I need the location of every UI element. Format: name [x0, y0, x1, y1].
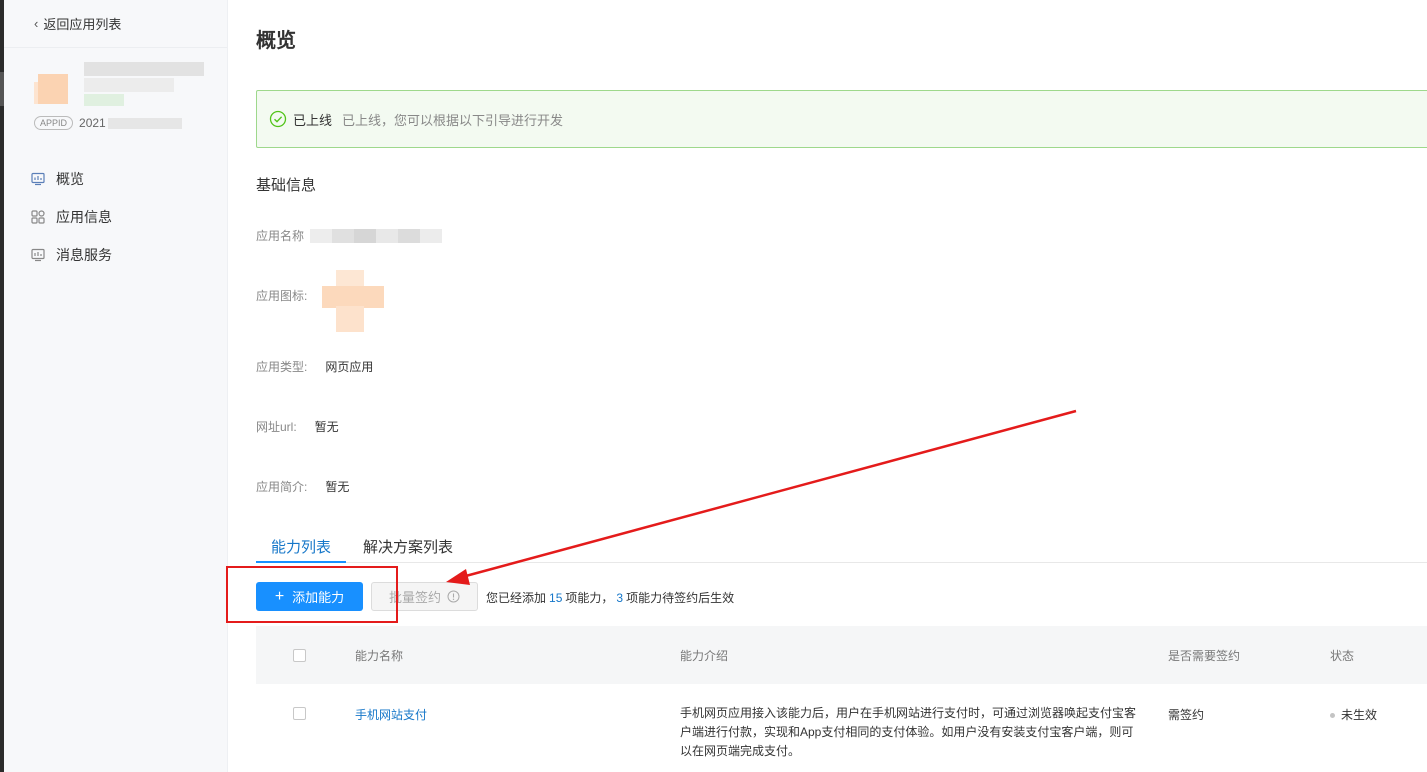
- summary-suffix: 项能力待签约后生效: [626, 591, 735, 605]
- appid-masked: [107, 117, 182, 129]
- added-count: 15: [549, 591, 563, 605]
- column-header-sign: 是否需要签约: [1168, 649, 1241, 663]
- main-content: 概览 已上线 已上线，您可以根据以下引导进行开发 基础信息 应用名称 应用图标:…: [256, 0, 1427, 772]
- red-highlight-box: [226, 566, 398, 623]
- back-to-app-list-link[interactable]: ‹ 返回应用列表: [34, 14, 121, 33]
- pending-count: 3: [616, 591, 624, 605]
- app-logo-masked: [38, 74, 68, 104]
- active-tab-indicator: [256, 561, 346, 563]
- app-icon-row: 应用图标:: [256, 287, 307, 304]
- sidebar-item-overview[interactable]: 概览: [30, 160, 220, 198]
- chart-monitor-icon: [30, 171, 46, 187]
- sidebar-divider: [4, 47, 227, 48]
- sign-required: 需签约: [1168, 708, 1205, 722]
- status-text: 未生效: [1341, 708, 1378, 722]
- capability-intro: 手机网页应用接入该能力后，用户在手机网站进行支付时，可通过浏览器唤起支付宝客户端…: [680, 706, 1137, 758]
- chevron-left-icon: ‹: [34, 16, 39, 31]
- app-identity-masked: [34, 62, 206, 112]
- app-icon-masked: [322, 270, 384, 332]
- appid-value: 2021: [79, 116, 106, 130]
- capability-table: 能力名称 能力介绍 是否需要签约 状态 手机网站支付 手机网页应用接入该能力后，…: [256, 626, 1427, 772]
- app-name-row: 应用名称: [256, 227, 443, 244]
- select-all-checkbox[interactable]: [293, 649, 306, 662]
- capability-name-link[interactable]: 手机网站支付: [355, 706, 427, 723]
- column-header-intro: 能力介绍: [680, 649, 729, 663]
- sidebar-item-message-service[interactable]: 消息服务: [30, 236, 220, 274]
- summary-prefix: 您已经添加: [486, 591, 547, 605]
- column-header-status: 状态: [1330, 649, 1355, 663]
- url-label: 网址url:: [256, 420, 297, 434]
- app-type-label: 应用类型:: [256, 360, 308, 374]
- summary-mid: 项能力，: [565, 591, 614, 605]
- sidebar-item-app-info[interactable]: 应用信息: [30, 198, 220, 236]
- app-name-masked: [310, 228, 443, 243]
- intro-row: 应用简介: 暂无: [256, 478, 349, 495]
- back-link-label: 返回应用列表: [43, 17, 122, 32]
- tab-bar: 能力列表 解决方案列表: [256, 528, 1427, 563]
- message-monitor-icon: [30, 247, 46, 263]
- alert-status: 已上线: [293, 112, 333, 128]
- table-header: 能力名称 能力介绍 是否需要签约 状态: [256, 626, 1427, 684]
- sidebar-item-label: 概览: [56, 171, 84, 187]
- column-header-name: 能力名称: [355, 649, 404, 663]
- sidebar-nav: 概览 应用信息 消息服务: [30, 160, 220, 274]
- basic-info-title: 基础信息: [256, 177, 317, 194]
- row-checkbox[interactable]: [293, 707, 306, 720]
- app-icon-label: 应用图标:: [256, 289, 308, 303]
- appid-badge: APPID: [34, 116, 74, 130]
- tab-capability-list[interactable]: 能力列表: [271, 536, 331, 557]
- url-row: 网址url: 暂无: [256, 418, 339, 435]
- app-type-value: 网页应用: [325, 360, 374, 374]
- status-dot-icon: [1330, 713, 1335, 719]
- capability-summary: 您已经添加 15 项能力， 3 项能力待签约后生效: [486, 589, 734, 606]
- table-row: 手机网站支付 手机网页应用接入该能力后，用户在手机网站进行支付时，可通过浏览器唤…: [256, 684, 1427, 772]
- intro-label: 应用简介:: [256, 480, 308, 494]
- intro-value: 暂无: [325, 480, 350, 494]
- online-status-alert: 已上线 已上线，您可以根据以下引导进行开发: [256, 90, 1427, 148]
- url-value: 暂无: [314, 420, 339, 434]
- info-circle-icon: [447, 590, 460, 603]
- sidebar-item-label: 消息服务: [56, 247, 112, 263]
- alert-description: 已上线，您可以根据以下引导进行开发: [342, 112, 564, 128]
- appid-row: APPID 2021: [34, 116, 182, 130]
- app-type-row: 应用类型: 网页应用: [256, 358, 373, 375]
- capability-status: 未生效: [1330, 706, 1377, 723]
- grid-apps-icon: [30, 209, 46, 225]
- page-title: 概览: [256, 30, 296, 52]
- sidebar: ‹ 返回应用列表 APPID 2021 概览 应用信息 消息服务: [4, 0, 228, 772]
- sidebar-item-label: 应用信息: [56, 209, 112, 225]
- check-circle-icon: [269, 110, 287, 128]
- tab-solution-list[interactable]: 解决方案列表: [363, 536, 453, 557]
- app-name-label: 应用名称: [256, 229, 305, 243]
